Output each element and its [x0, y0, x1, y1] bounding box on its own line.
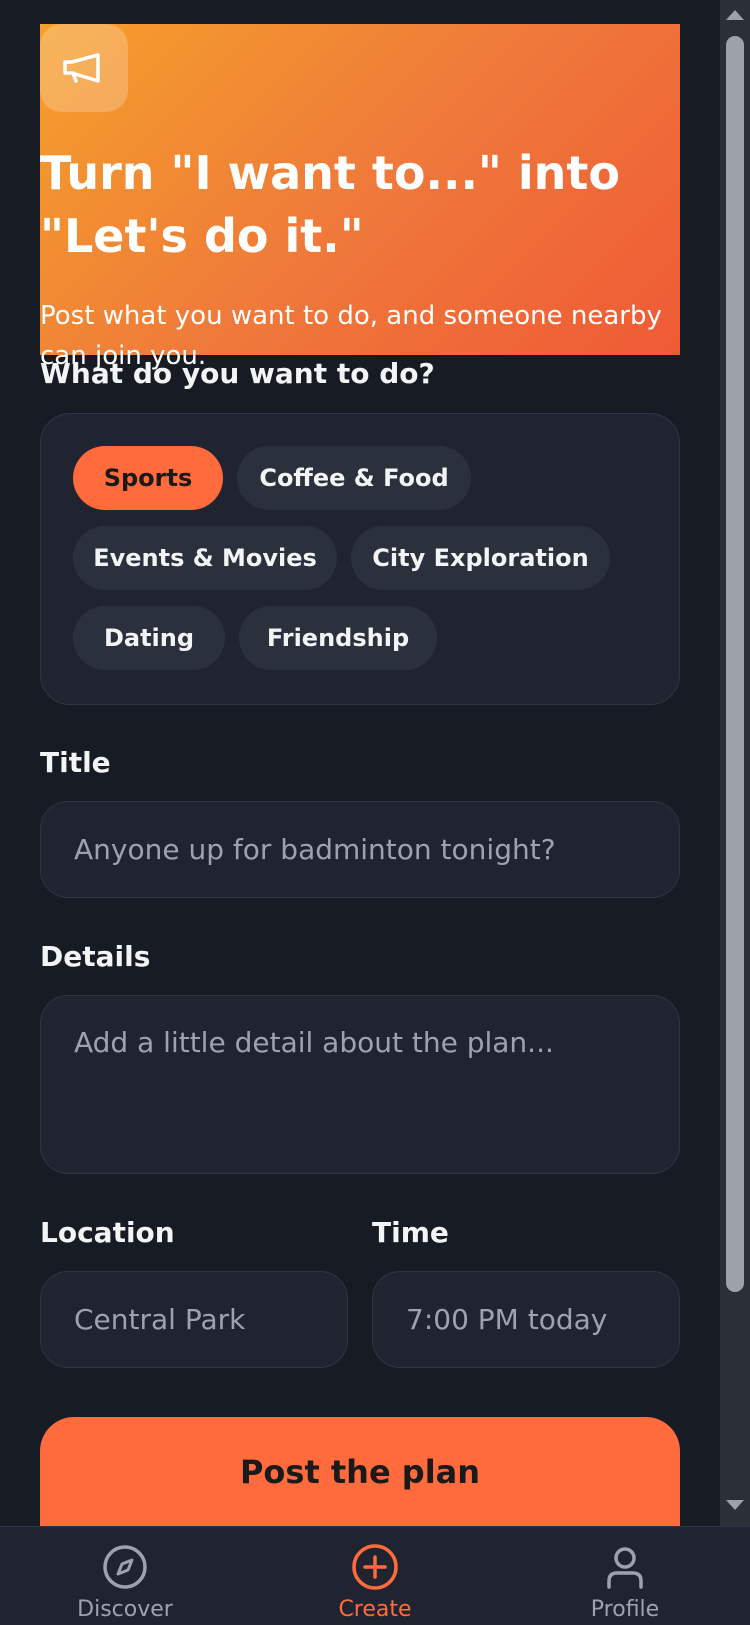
chip-city-exploration[interactable]: City Exploration — [351, 526, 610, 590]
chip-dating[interactable]: Dating — [73, 606, 225, 670]
title-input[interactable]: Anyone up for badminton tonight? — [40, 801, 680, 898]
plus-circle-icon — [352, 1544, 398, 1590]
nav-discover[interactable]: Discover — [45, 1527, 205, 1625]
nav-label: Create — [338, 1597, 412, 1622]
nav-label: Profile — [590, 1597, 660, 1622]
category-chip-group: Sports Coffee & Food Events & Movies Cit… — [40, 413, 680, 705]
chip-friendship[interactable]: Friendship — [239, 606, 437, 670]
location-label: Location — [40, 1216, 175, 1249]
create-plan-screen: Turn "I want to..." into "Let's do it." … — [0, 0, 720, 1526]
nav-label: Discover — [77, 1597, 173, 1622]
user-icon — [607, 1547, 643, 1589]
nav-create[interactable]: Create — [295, 1527, 455, 1625]
category-label: What do you want to do? — [40, 357, 435, 390]
bottom-nav: Discover Create Profile — [0, 1526, 750, 1625]
title-label: Title — [40, 746, 111, 779]
location-input[interactable]: Central Park — [40, 1271, 348, 1368]
nav-profile[interactable]: Profile — [545, 1527, 705, 1625]
time-input[interactable]: 7:00 PM today — [372, 1271, 680, 1368]
hero-title: Turn "I want to..." into "Let's do it." — [40, 146, 621, 263]
chip-events-movies[interactable]: Events & Movies — [73, 526, 337, 590]
megaphone-icon — [40, 24, 128, 112]
scroll-up-arrow-icon[interactable] — [726, 10, 744, 20]
chip-coffee-food[interactable]: Coffee & Food — [237, 446, 471, 510]
time-label: Time — [372, 1216, 449, 1249]
scrollbar[interactable] — [720, 0, 750, 1526]
details-textarea[interactable]: Add a little detail about the plan... — [40, 995, 680, 1174]
details-label: Details — [40, 940, 151, 973]
compass-icon — [103, 1545, 147, 1589]
scroll-down-arrow-icon[interactable] — [726, 1500, 744, 1510]
scroll-thumb[interactable] — [726, 36, 744, 1292]
hero-banner: Turn "I want to..." into "Let's do it." … — [40, 24, 680, 371]
post-plan-button[interactable]: Post the plan — [40, 1417, 680, 1526]
chip-sports[interactable]: Sports — [73, 446, 223, 510]
